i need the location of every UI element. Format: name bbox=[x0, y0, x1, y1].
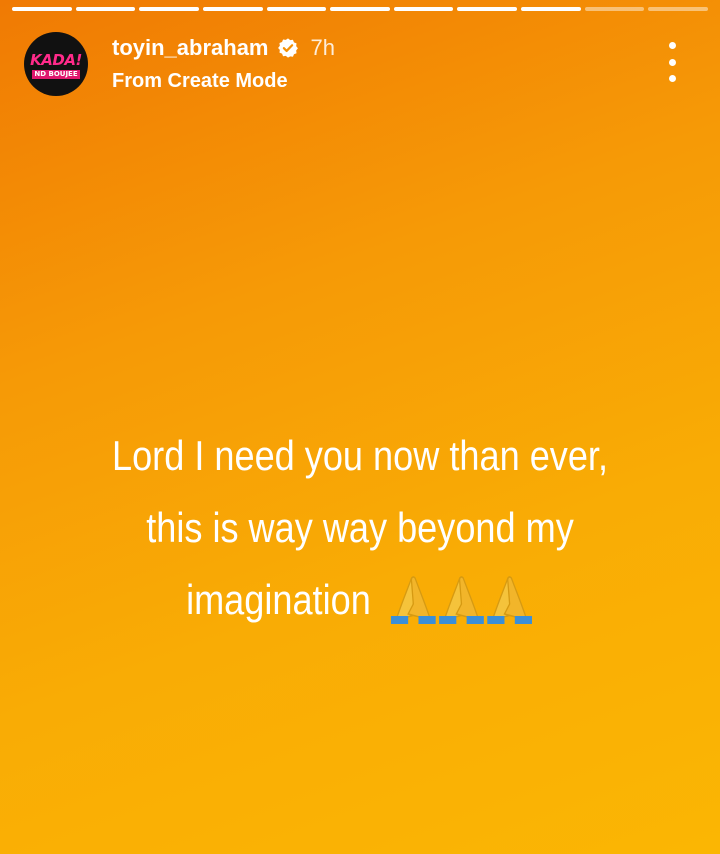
progress-segment bbox=[521, 7, 581, 11]
progress-segment bbox=[266, 7, 327, 11]
progress-segment bbox=[648, 7, 709, 11]
story-progress-bar bbox=[12, 7, 709, 11]
post-time: 7h bbox=[310, 35, 335, 60]
story-source-label[interactable]: From Create Mode bbox=[112, 70, 288, 93]
username[interactable]: toyin_abraham bbox=[112, 35, 269, 61]
user-row: toyin_abraham 7h bbox=[112, 34, 335, 62]
avatar[interactable]: KADA! ND BOUJEE bbox=[24, 32, 88, 96]
avatar-logo-text: KADA! bbox=[30, 51, 82, 69]
caption-line: this is way way beyond my bbox=[146, 504, 574, 551]
story-header: KADA! ND BOUJEE toyin_abraham 7h From Cr… bbox=[24, 32, 696, 96]
progress-segment bbox=[139, 7, 199, 11]
progress-segment bbox=[75, 7, 136, 11]
progress-segment bbox=[202, 7, 263, 11]
caption-line-last: imagination bbox=[85, 564, 635, 636]
progress-segment-current bbox=[584, 7, 645, 11]
verified-badge-icon bbox=[277, 37, 299, 59]
story-caption: Lord I need you now than ever, this is w… bbox=[85, 420, 635, 636]
caption-line: imagination bbox=[186, 576, 371, 623]
progress-segment bbox=[393, 7, 454, 11]
progress-segment bbox=[330, 7, 390, 11]
progress-segment bbox=[12, 7, 72, 11]
progress-segment bbox=[457, 7, 518, 11]
folded-hands-icon bbox=[389, 574, 533, 624]
caption-line: Lord I need you now than ever, bbox=[111, 432, 609, 479]
avatar-logo-subtext: ND BOUJEE bbox=[32, 70, 80, 79]
more-vertical-icon[interactable] bbox=[662, 42, 682, 82]
